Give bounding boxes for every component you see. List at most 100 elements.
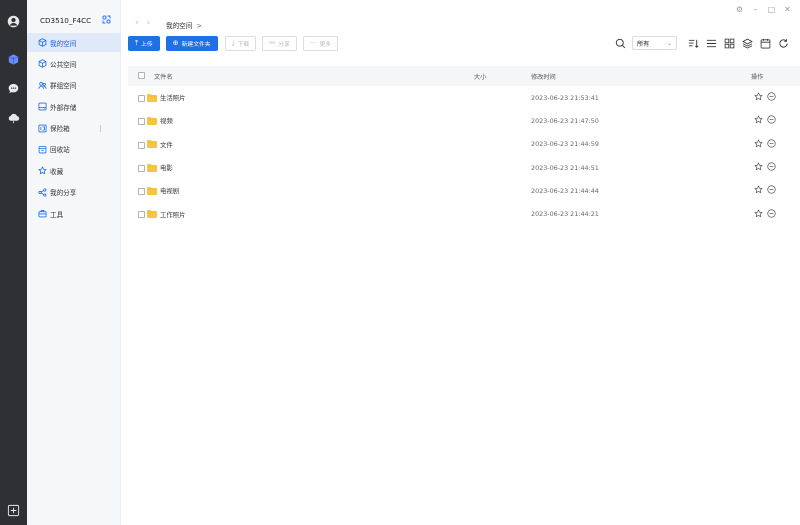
new-folder-button[interactable]: ⊕ 新建文件夹 bbox=[165, 36, 218, 51]
settings-icon[interactable]: ⚙ bbox=[735, 5, 744, 14]
sidebar-item-label: 群组空间 bbox=[50, 82, 77, 91]
share-link-icon: ⚯ bbox=[269, 39, 276, 47]
share-icon bbox=[38, 188, 47, 197]
table-row[interactable]: 电影 2023-06-23 21:44:51 bbox=[128, 156, 800, 179]
sidebar-item-my-space[interactable]: 我的空间 bbox=[27, 33, 121, 52]
more-actions-icon[interactable] bbox=[767, 139, 776, 150]
grid-view-icon[interactable] bbox=[723, 37, 736, 50]
table-row[interactable]: 电视剧 2023-06-23 21:44:44 bbox=[128, 179, 800, 202]
sidebar-item-public-space[interactable]: 公共空间 bbox=[27, 54, 121, 73]
filter-selected: 所有 bbox=[637, 40, 650, 48]
storage-icon[interactable] bbox=[6, 52, 21, 67]
file-modified: 2023-06-23 21:53:41 bbox=[531, 93, 599, 102]
folder-icon bbox=[147, 186, 157, 195]
device-switch-icon[interactable] bbox=[101, 14, 112, 25]
breadcrumb: 我的空间 > bbox=[166, 20, 202, 30]
file-modified: 2023-06-23 21:44:59 bbox=[531, 140, 599, 149]
breadcrumb-separator: > bbox=[196, 22, 203, 30]
header-modified[interactable]: 修改时间 bbox=[531, 72, 556, 81]
file-name[interactable]: 电影 bbox=[160, 163, 173, 172]
safe-divider bbox=[100, 124, 101, 132]
select-all-checkbox[interactable] bbox=[138, 71, 145, 81]
sidebar-item-favorites[interactable]: 收藏 bbox=[27, 161, 121, 180]
breadcrumb-current[interactable]: 我的空间 bbox=[166, 22, 192, 30]
row-checkbox[interactable] bbox=[138, 118, 145, 127]
back-arrow-icon[interactable]: ‹ bbox=[135, 18, 139, 28]
cube-icon bbox=[38, 38, 47, 47]
sidebar-item-label: 我的分享 bbox=[50, 189, 77, 198]
favorite-star-icon[interactable] bbox=[754, 185, 763, 196]
list-view-icon[interactable] bbox=[705, 37, 718, 50]
file-name[interactable]: 电视剧 bbox=[160, 186, 179, 195]
cloud-icon[interactable] bbox=[6, 110, 21, 125]
favorite-star-icon[interactable] bbox=[754, 209, 763, 220]
table-header: 文件名 大小 修改时间 操作 bbox=[128, 66, 800, 86]
table-row[interactable]: 生活照片 2023-06-23 21:53:41 bbox=[128, 86, 800, 109]
toolbox-icon bbox=[38, 209, 47, 218]
sidebar: CD3510_F4CC 我的空间 公共空间 群组空间 外部存储 保险箱 回收站 bbox=[27, 0, 121, 525]
download-icon: ⤓ bbox=[231, 39, 235, 47]
sidebar-item-safe[interactable]: 保险箱 bbox=[27, 119, 121, 138]
history-nav: ‹ › bbox=[135, 18, 150, 28]
more-actions-icon[interactable] bbox=[767, 92, 776, 103]
maximize-icon[interactable]: □ bbox=[767, 5, 776, 14]
sidebar-item-label: 收藏 bbox=[50, 167, 64, 176]
more-actions-icon[interactable] bbox=[767, 185, 776, 196]
table-row[interactable]: 工作照片 2023-06-23 21:44:21 bbox=[128, 202, 800, 225]
sort-icon[interactable] bbox=[687, 37, 700, 50]
minimize-icon[interactable]: – bbox=[751, 5, 760, 14]
layers-icon[interactable] bbox=[741, 37, 754, 50]
star-icon bbox=[38, 166, 47, 175]
sidebar-item-label: 公共空间 bbox=[50, 60, 77, 69]
header-name[interactable]: 文件名 bbox=[154, 72, 173, 81]
row-checkbox[interactable] bbox=[138, 188, 145, 197]
folder-icon bbox=[147, 116, 157, 125]
cube-outline-icon bbox=[38, 59, 47, 69]
sidebar-item-group-space[interactable]: 群组空间 bbox=[27, 76, 121, 95]
sidebar-item-external-storage[interactable]: 外部存储 bbox=[27, 97, 121, 116]
download-button[interactable]: ⤓ 下载 bbox=[224, 36, 257, 51]
file-modified: 2023-06-23 21:44:44 bbox=[531, 186, 599, 195]
table-row[interactable]: 文件 2023-06-23 21:44:59 bbox=[128, 133, 800, 156]
row-checkbox[interactable] bbox=[138, 141, 145, 151]
sidebar-item-recycle-bin[interactable]: 回收站 bbox=[27, 140, 121, 159]
sidebar-nav: 我的空间 公共空间 群组空间 外部存储 保险箱 回收站 收藏 我的分享 工具 bbox=[27, 33, 121, 226]
forward-arrow-icon[interactable]: › bbox=[147, 18, 151, 28]
file-modified: 2023-06-23 21:44:51 bbox=[531, 163, 599, 172]
sidebar-item-label: 外部存储 bbox=[50, 103, 77, 112]
sidebar-item-label: 工具 bbox=[50, 210, 64, 219]
row-checkbox[interactable] bbox=[138, 95, 145, 104]
favorite-star-icon[interactable] bbox=[754, 92, 763, 103]
more-actions-icon[interactable] bbox=[767, 162, 776, 173]
chat-icon[interactable] bbox=[6, 81, 21, 96]
refresh-icon[interactable] bbox=[777, 37, 790, 50]
more-button[interactable]: ··· 更多 bbox=[302, 36, 339, 51]
folder-icon bbox=[147, 93, 157, 102]
file-name[interactable]: 视频 bbox=[160, 116, 173, 125]
folder-icon bbox=[147, 210, 157, 219]
row-checkbox[interactable] bbox=[138, 164, 145, 174]
more-actions-icon[interactable] bbox=[767, 115, 776, 126]
folder-icon bbox=[147, 163, 157, 172]
favorite-star-icon[interactable] bbox=[754, 162, 763, 173]
file-name[interactable]: 工作照片 bbox=[160, 210, 186, 219]
share-button[interactable]: ⚯ 分享 bbox=[262, 36, 297, 51]
favorite-star-icon[interactable] bbox=[754, 115, 763, 126]
sidebar-item-tools[interactable]: 工具 bbox=[27, 204, 121, 223]
calendar-icon[interactable] bbox=[759, 37, 772, 50]
row-checkbox[interactable] bbox=[138, 211, 145, 220]
header-size[interactable]: 大小 bbox=[474, 72, 486, 81]
avatar-icon[interactable] bbox=[6, 14, 21, 29]
upload-button[interactable]: ⤒ 上传 bbox=[128, 36, 160, 51]
recycle-bin-icon bbox=[38, 145, 47, 154]
add-icon[interactable] bbox=[6, 503, 21, 518]
favorite-star-icon[interactable] bbox=[754, 139, 763, 150]
table-row[interactable]: 视频 2023-06-23 21:47:50 bbox=[128, 109, 800, 132]
file-name[interactable]: 生活照片 bbox=[160, 93, 186, 102]
sidebar-item-my-shares[interactable]: 我的分享 bbox=[27, 183, 121, 202]
more-actions-icon[interactable] bbox=[767, 208, 776, 220]
file-name[interactable]: 文件 bbox=[160, 140, 173, 149]
close-icon[interactable]: ✕ bbox=[783, 5, 792, 14]
search-icon[interactable] bbox=[614, 37, 627, 50]
filter-select[interactable]: 所有 ⌄ bbox=[632, 36, 677, 50]
